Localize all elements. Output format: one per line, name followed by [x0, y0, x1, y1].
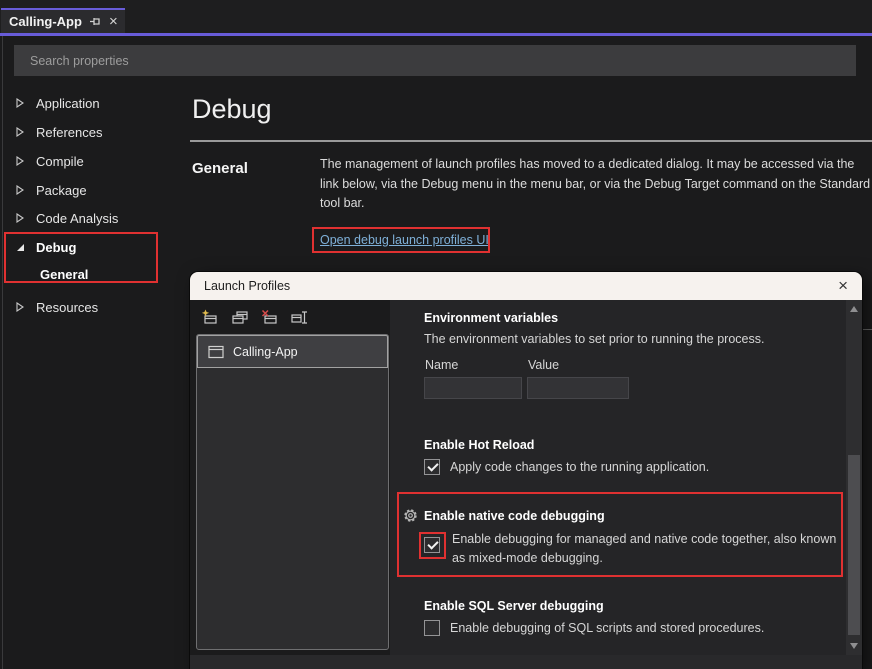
sidebar-item-references[interactable]: References — [0, 121, 186, 143]
section-description: The management of launch profiles has mo… — [320, 155, 872, 214]
sidebar-label: Code Analysis — [36, 211, 118, 226]
sidebar-item-debug-general[interactable]: General — [40, 263, 160, 285]
sidebar-item-code-analysis[interactable]: Code Analysis — [0, 207, 186, 229]
window-icon — [208, 345, 224, 359]
chevron-collapsed-icon — [16, 185, 36, 195]
open-launch-profiles-link[interactable]: Open debug launch profiles UI — [320, 233, 489, 247]
close-icon[interactable]: × — [109, 15, 118, 29]
page-divider — [190, 140, 872, 142]
duplicate-profile-icon[interactable] — [230, 307, 250, 327]
new-profile-icon[interactable] — [200, 307, 220, 327]
sidebar-item-compile[interactable]: Compile — [0, 150, 186, 172]
tab-calling-app[interactable]: Calling-App × — [1, 8, 125, 33]
chevron-collapsed-icon — [16, 98, 36, 108]
dialog-left-pane: Calling-App — [190, 300, 390, 655]
tab-strip: Calling-App × — [0, 0, 872, 36]
native-debugging-checkbox[interactable] — [424, 537, 440, 553]
profile-item-calling-app[interactable]: Calling-App — [197, 335, 388, 368]
chevron-collapsed-icon — [16, 156, 36, 166]
chevron-collapsed-icon — [16, 213, 36, 223]
gear-icon — [403, 508, 418, 523]
sql-debugging-checkbox[interactable] — [424, 620, 440, 636]
env-variables-header: Environment variables — [424, 311, 558, 325]
sidebar-item-debug[interactable]: Debug — [0, 236, 186, 258]
sidebar-label: References — [36, 125, 102, 140]
sidebar-label: Package — [36, 183, 87, 198]
delete-profile-icon[interactable] — [260, 307, 280, 327]
env-value-input[interactable] — [527, 377, 629, 399]
dialog-footer — [190, 655, 862, 669]
chevron-collapsed-icon — [16, 302, 36, 312]
chevron-collapsed-icon — [16, 127, 36, 137]
dialog-content: Environment variables The environment va… — [390, 300, 836, 655]
pin-icon[interactable] — [89, 15, 102, 29]
tab-title: Calling-App — [9, 14, 82, 29]
search-input[interactable]: Search properties — [14, 45, 856, 76]
env-name-input[interactable] — [424, 377, 522, 399]
profiles-toolbar — [200, 307, 310, 327]
section-label-general: General — [192, 160, 248, 177]
env-variables-description: The environment variables to set prior t… — [424, 332, 764, 346]
properties-window: Calling-App × Search properties Applicat… — [0, 0, 872, 669]
search-placeholder: Search properties — [30, 54, 129, 68]
accent-bar — [0, 33, 872, 36]
hot-reload-checkbox[interactable] — [424, 459, 440, 475]
sidebar-item-resources[interactable]: Resources — [0, 296, 186, 318]
scroll-up-icon[interactable] — [850, 306, 858, 312]
dialog-title: Launch Profiles — [204, 279, 290, 293]
rename-profile-icon[interactable] — [290, 307, 310, 327]
sidebar-label: Debug — [36, 240, 76, 255]
hot-reload-label: Apply code changes to the running applic… — [450, 460, 709, 474]
sidebar-item-application[interactable]: Application — [0, 92, 186, 114]
dialog-body: Calling-App Environment variables The en… — [190, 300, 862, 655]
sidebar-label: Compile — [36, 154, 84, 169]
profile-name: Calling-App — [233, 345, 298, 359]
page-title: Debug — [192, 94, 272, 125]
scrollbar-thumb[interactable] — [848, 455, 860, 635]
sidebar-label: Resources — [36, 300, 98, 315]
native-debugging-header: Enable native code debugging — [424, 509, 605, 523]
profiles-list: Calling-App — [196, 334, 389, 650]
env-value-label: Value — [528, 358, 559, 372]
env-name-label: Name — [425, 358, 458, 372]
dialog-titlebar[interactable]: Launch Profiles × — [190, 272, 862, 300]
dialog-scrollbar[interactable] — [846, 300, 862, 655]
sidebar-label: Application — [36, 96, 100, 111]
dialog-close-icon[interactable]: × — [838, 278, 848, 294]
sql-debugging-header: Enable SQL Server debugging — [424, 599, 604, 613]
chevron-expanded-icon — [16, 243, 36, 252]
background-divider-fragment — [862, 329, 872, 330]
sidebar-label: General — [40, 267, 88, 282]
sidebar-item-package[interactable]: Package — [0, 179, 186, 201]
scroll-down-icon[interactable] — [850, 643, 858, 649]
launch-profiles-dialog: Launch Profiles × — [190, 272, 862, 669]
sql-debugging-label: Enable debugging of SQL scripts and stor… — [450, 621, 764, 635]
native-debugging-label: Enable debugging for managed and native … — [452, 530, 852, 568]
hot-reload-header: Enable Hot Reload — [424, 438, 534, 452]
